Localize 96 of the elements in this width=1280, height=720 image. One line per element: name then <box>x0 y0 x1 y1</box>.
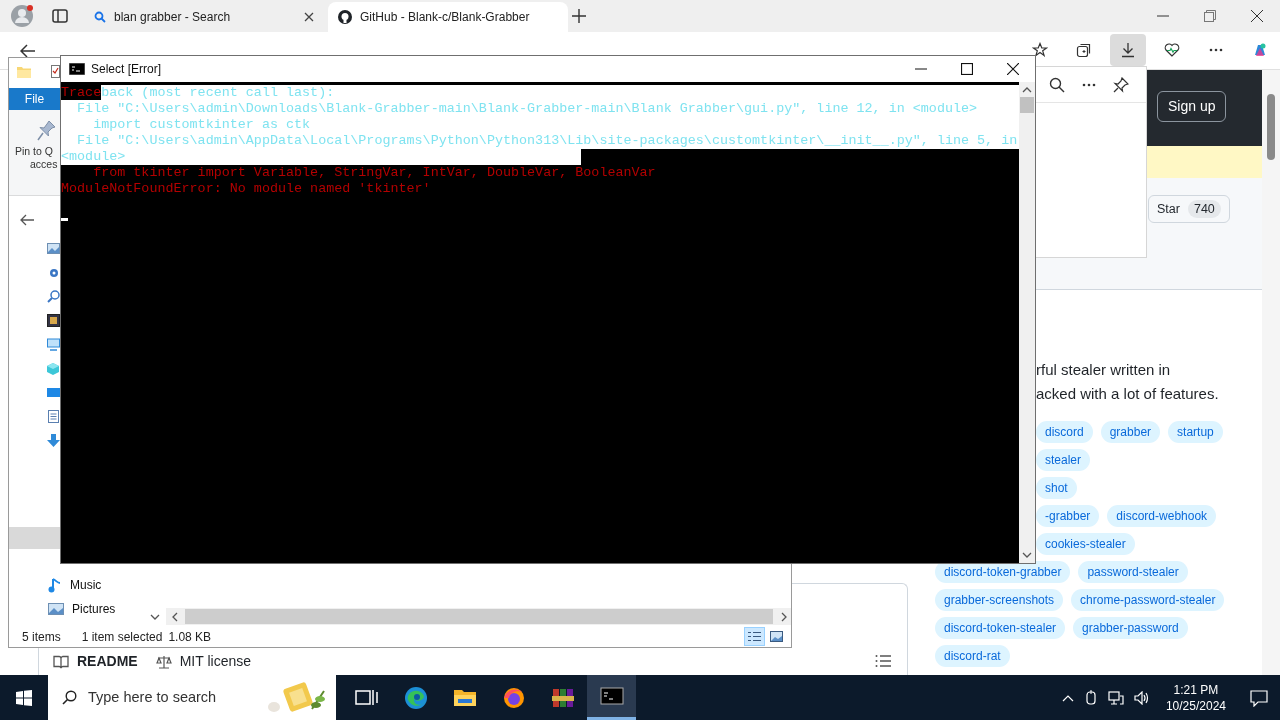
edge-logo-icon <box>403 685 428 710</box>
download-icon <box>47 434 60 447</box>
search-icon <box>94 11 106 23</box>
notification-icon[interactable] <box>1250 688 1268 707</box>
folder-icon <box>17 65 31 78</box>
status-text: 5 items <box>22 629 61 646</box>
topic-tag[interactable]: grabber <box>1100 421 1161 443</box>
topic-tag[interactable]: cookies-stealer <box>1036 533 1135 555</box>
topic-tag[interactable]: -grabber <box>1036 505 1100 527</box>
console-icon <box>69 63 85 75</box>
search-field[interactable]: Type here to search <box>48 675 336 720</box>
scrollbar-thumb[interactable] <box>1020 97 1034 113</box>
window-title: Select [Error] <box>91 61 163 78</box>
console-line: Traceback (most recent call last): <box>61 85 335 100</box>
restore-icon[interactable] <box>1204 10 1216 22</box>
pin-icon[interactable] <box>1113 76 1129 93</box>
view-button[interactable] <box>744 627 765 646</box>
monitor-icon <box>47 338 60 351</box>
collections-icon <box>1076 42 1092 58</box>
speaker-icon[interactable] <box>1133 690 1150 705</box>
picture-frame-icon <box>47 242 60 255</box>
close-icon[interactable] <box>304 12 314 22</box>
copilot-logo-icon <box>1252 42 1268 58</box>
readme-tab[interactable]: README <box>53 651 138 672</box>
profile-icon[interactable] <box>11 5 33 27</box>
nav-item[interactable]: Music <box>48 575 116 595</box>
topic-tag[interactable]: discord-webhook <box>1107 505 1217 527</box>
heart-pulse-icon <box>1164 42 1180 58</box>
cat-logo-icon <box>338 10 352 24</box>
topic-tag[interactable]: grabber-password <box>1073 617 1188 639</box>
search-icon <box>47 290 60 303</box>
readme-tab[interactable]: MIT license <box>155 651 251 672</box>
back-arrow-icon[interactable] <box>20 214 34 226</box>
file-tab[interactable]: File <box>9 88 60 110</box>
browser-tab[interactable]: GitHub - Blank-c/Blank-Grabber <box>328 2 568 32</box>
description-text: acked with a lot of features. <box>1036 384 1219 404</box>
console-icon <box>599 684 624 708</box>
sign-up-button[interactable]: Sign up <box>1157 91 1227 122</box>
close-icon[interactable] <box>1007 63 1019 75</box>
topic-tag[interactable]: grabber-screenshots <box>935 589 1064 611</box>
status-text: 1 item selected <box>81 629 163 646</box>
clock[interactable]: 1:21 PM 10/25/2024 <box>1165 681 1226 714</box>
star-plus-icon <box>1032 42 1048 58</box>
picture-frame-icon <box>48 602 64 616</box>
star-button[interactable]: Star 740 <box>1148 195 1230 223</box>
new-tab-icon[interactable] <box>572 9 586 23</box>
scrollbar[interactable] <box>1262 70 1280 675</box>
film-icon <box>47 314 60 327</box>
scroll-right-icon[interactable] <box>781 611 787 622</box>
horizontal-scrollbar[interactable] <box>166 608 791 625</box>
cube-icon <box>47 362 60 375</box>
scroll-up-icon[interactable] <box>1022 87 1032 93</box>
scroll-left-icon[interactable] <box>172 611 178 622</box>
topic-tag[interactable]: password-stealer <box>1078 561 1188 583</box>
vertical-scrollbar[interactable] <box>1019 82 1035 563</box>
topic-tag[interactable]: discord <box>1036 421 1093 443</box>
status-text: 1.08 KB <box>168 629 212 646</box>
details-view-icon <box>748 631 761 642</box>
description-text: rful stealer written in <box>1036 360 1172 380</box>
scroll-down-icon[interactable] <box>150 614 160 620</box>
network-icon[interactable] <box>1107 689 1124 706</box>
tab-actions-icon[interactable] <box>52 9 68 23</box>
scale-icon <box>155 654 172 669</box>
text-cursor <box>61 218 68 221</box>
pin-button[interactable]: Pin to Q acces <box>9 120 60 171</box>
browser-tab[interactable]: blan grabber - Search <box>84 2 324 32</box>
topic-tag[interactable]: startup <box>1168 421 1223 443</box>
properties-icon[interactable] <box>51 65 60 78</box>
list-icon[interactable] <box>875 655 891 667</box>
book-icon <box>53 654 69 669</box>
window-icon <box>47 386 60 399</box>
topic-tag[interactable]: stealer <box>1036 449 1091 471</box>
topic-tag[interactable]: shot <box>1036 477 1077 499</box>
topic-tag[interactable]: discord-rat <box>935 645 1010 667</box>
topic-tag[interactable]: discord-token-stealer <box>935 617 1066 639</box>
document-icon <box>47 410 60 423</box>
download-icon <box>1120 42 1136 58</box>
close-icon[interactable] <box>1251 10 1263 22</box>
music-note-icon <box>48 577 62 593</box>
taskbar-button[interactable] <box>587 675 636 720</box>
fox-globe-icon <box>501 685 526 710</box>
search-input[interactable]: Type here to search <box>88 686 258 709</box>
topic-tag[interactable]: chrome-password-stealer <box>1071 589 1225 611</box>
gear-icon <box>47 266 60 279</box>
pin-icon <box>36 120 56 142</box>
back-arrow-icon[interactable] <box>20 44 36 58</box>
nav-item[interactable]: Pictures <box>48 599 116 619</box>
device-icon[interactable] <box>1083 689 1098 706</box>
large-icons-view-icon <box>770 631 783 642</box>
scroll-down-icon[interactable] <box>1022 552 1032 558</box>
counter: 740 <box>1187 199 1221 219</box>
search-icon[interactable] <box>1049 76 1065 93</box>
maximize-icon[interactable] <box>961 63 973 75</box>
windows-logo-icon <box>16 689 32 706</box>
search-icon <box>62 690 77 705</box>
chevron-up-icon[interactable] <box>1061 693 1074 702</box>
